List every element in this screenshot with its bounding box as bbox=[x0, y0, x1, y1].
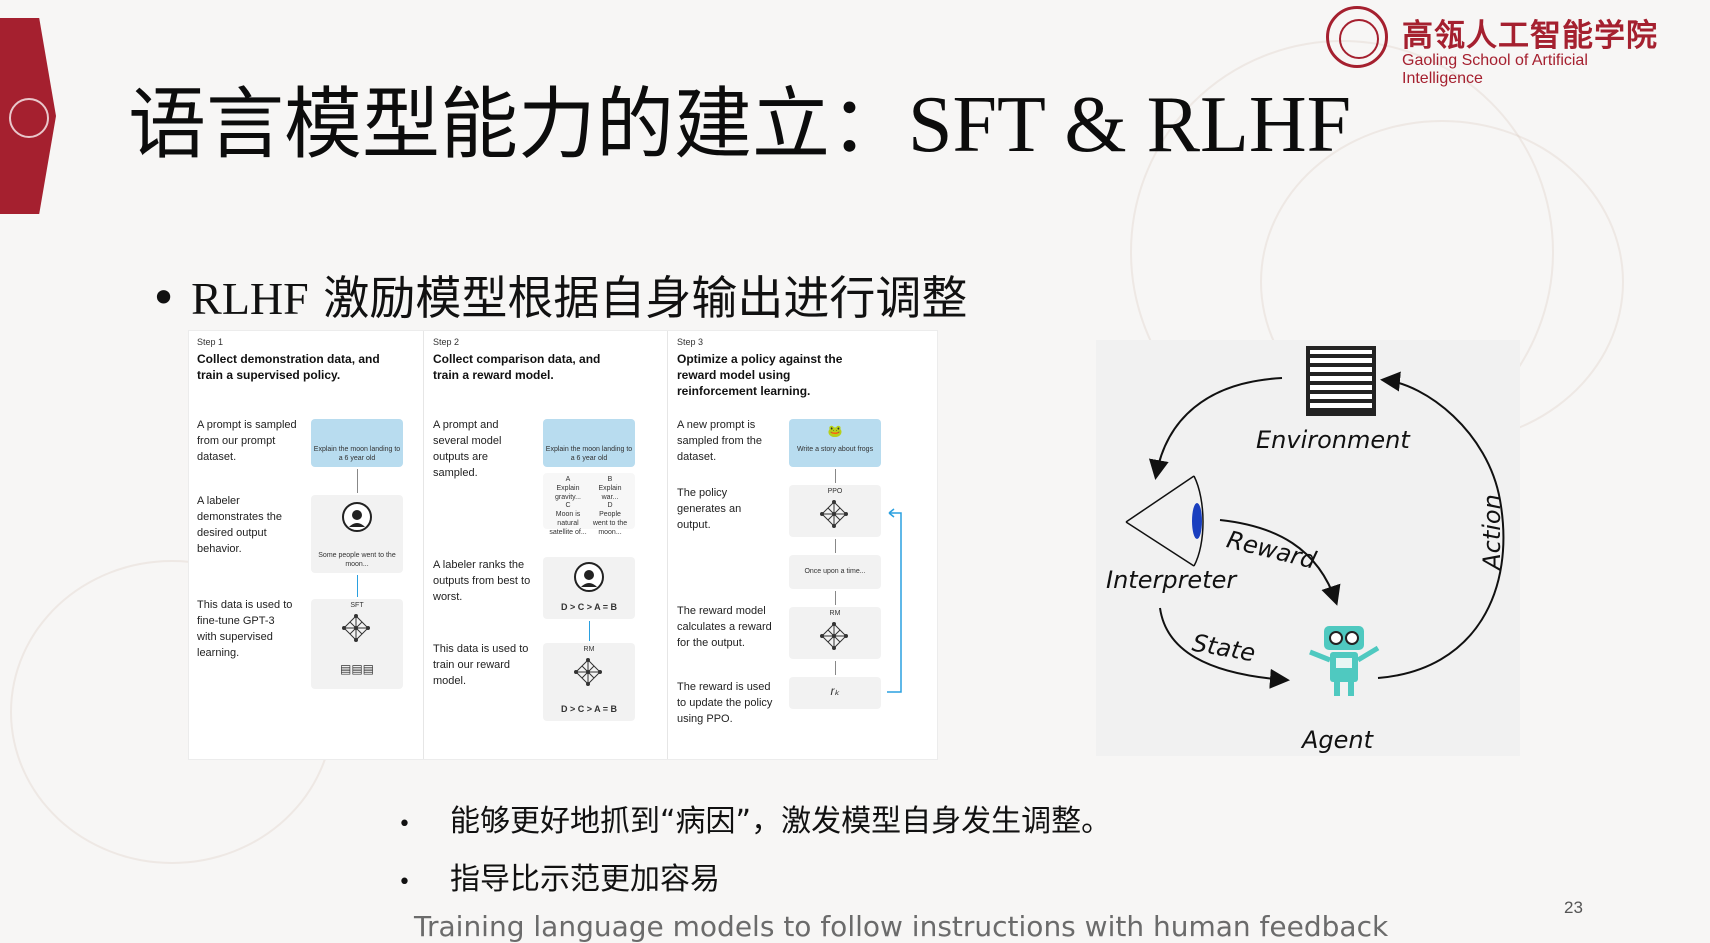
output-item: D People went to the moon... bbox=[592, 502, 628, 536]
step1-column: Step 1 Collect demonstration data, and t… bbox=[189, 331, 423, 759]
flow-arrow bbox=[835, 469, 836, 483]
title-chinese: 语言模型能力的建立： bbox=[128, 80, 909, 170]
bullet-dot: • bbox=[398, 812, 411, 837]
rm-label: RM bbox=[583, 646, 595, 653]
step2-rm-box: RM D > C > A = B bbox=[543, 643, 635, 721]
university-seal-icon bbox=[1326, 6, 1388, 68]
interpreter-label: Interpreter bbox=[1106, 566, 1237, 594]
maze-icon bbox=[1306, 346, 1376, 416]
rlhf-steps-figure: Step 1 Collect demonstration data, and t… bbox=[188, 330, 938, 760]
step2-outputs-box: A Explain gravity... B Explain war... C Moo… bbox=[543, 473, 635, 536]
flow-arrow bbox=[835, 661, 836, 675]
rm-label: RM bbox=[829, 610, 841, 617]
flow-arrow bbox=[357, 469, 358, 493]
neural-network-icon bbox=[574, 658, 602, 686]
bullet-dot: • bbox=[150, 271, 178, 325]
step1-demo-box: Some people went to the moon... bbox=[311, 495, 403, 573]
output-item: B Explain war... bbox=[598, 476, 622, 501]
flow-arrow bbox=[357, 575, 358, 597]
step2-prompt-box: Explain the moon landing to a 6 year old bbox=[543, 419, 635, 467]
step3-desc-generate: The policy generates an output. bbox=[677, 487, 742, 531]
figure-caption: Training language models to follow instr… bbox=[414, 910, 1389, 943]
step3-ppo-box: PPO bbox=[789, 485, 881, 537]
neural-network-icon bbox=[820, 500, 848, 528]
page-number: 23 bbox=[1564, 898, 1583, 917]
sub-bullet-1-text: 能够更好地抓到“病因”，激发模型自身发生调整。 bbox=[450, 804, 1112, 839]
slide-title: 语言模型能力的建立：SFT & RLHF bbox=[128, 62, 1351, 174]
step3-heading: Optimize a policy against the reward mod… bbox=[677, 352, 843, 398]
bullet-latin: RLHF bbox=[191, 273, 309, 324]
step1-prompt-text: Explain the moon landing to a 6 year old bbox=[313, 446, 401, 462]
agent-label: Agent bbox=[1302, 726, 1374, 754]
school-logo: 高瓴人工智能学院 Gaoling School of Artificial In… bbox=[1326, 6, 1666, 87]
step2-heading: Collect comparison data, and train a rew… bbox=[433, 352, 601, 382]
neural-network-icon bbox=[342, 614, 370, 642]
bullet-chinese: 激励模型根据自身输出进行调整 bbox=[308, 271, 968, 325]
step3-column: Step 3 Optimize a policy against the rew… bbox=[667, 331, 937, 759]
flow-arrow bbox=[835, 539, 836, 553]
ranking-text: D > C > A = B bbox=[560, 602, 618, 612]
action-label: Action bbox=[1477, 494, 1506, 570]
university-seal-icon bbox=[9, 98, 49, 138]
labeler-person-icon bbox=[574, 562, 604, 592]
logo-english-name: Gaoling School of Artificial Intelligenc… bbox=[1402, 52, 1588, 87]
step3-rm-box: RM bbox=[789, 607, 881, 659]
step2-column: Step 2 Collect comparison data, and trai… bbox=[423, 331, 667, 759]
flow-arrow bbox=[835, 591, 836, 605]
step2-desc-sampled: A prompt and several model outputs are s… bbox=[433, 419, 502, 479]
step1-sft-box: SFT ▤▤▤ bbox=[311, 599, 403, 689]
step2-ranking-box: D > C > A = B bbox=[543, 557, 635, 619]
step3-desc-update: The reward is used to update the policy … bbox=[677, 681, 773, 725]
ppo-label: PPO bbox=[827, 488, 843, 495]
labeler-person-icon bbox=[342, 502, 372, 532]
main-bullet: • RLHF 激励模型根据自身输出进行调整 bbox=[150, 262, 967, 328]
rl-loop-diagram: Environment Interpreter Reward State Act… bbox=[1096, 340, 1520, 756]
step1-demo-text: Some people went to the moon... bbox=[318, 552, 396, 568]
step1-desc-finetune: This data is used to fine-tune GPT-3 wit… bbox=[197, 599, 293, 659]
step2-prompt-text: Explain the moon landing to a 6 year old bbox=[545, 446, 633, 462]
step1-label: Step 1 bbox=[197, 337, 224, 347]
sub-bullet-1: • 能够更好地抓到“病因”，激发模型自身发生调整。 bbox=[398, 796, 1111, 840]
step2-desc-ranks: A labeler ranks the outputs from best to… bbox=[433, 559, 531, 603]
step3-output-box: Once upon a time... bbox=[789, 555, 881, 589]
step1-heading: Collect demonstration data, and train a … bbox=[197, 352, 380, 382]
step1-prompt-box: Explain the moon landing to a 6 year old bbox=[311, 419, 403, 467]
robot-agent-icon bbox=[1309, 626, 1380, 696]
step3-desc-reward: The reward model calculates a reward for… bbox=[677, 605, 772, 649]
logo-chinese-name: 高瓴人工智能学院 bbox=[1402, 18, 1658, 54]
sub-bullet-2-text: 指导比示范更加容易 bbox=[450, 862, 720, 897]
step3-prompt-box: 🐸 Write a story about frogs bbox=[789, 419, 881, 467]
step3-prompt-text: Write a story about frogs bbox=[796, 446, 874, 453]
step2-desc-train: This data is used to train our reward mo… bbox=[433, 643, 529, 687]
step3-desc-prompt: A new prompt is sampled from the dataset… bbox=[677, 419, 762, 463]
step1-desc-prompt: A prompt is sampled from our prompt data… bbox=[197, 419, 297, 463]
output-item: A Explain gravity... bbox=[555, 476, 581, 501]
environment-label: Environment bbox=[1256, 426, 1410, 454]
neural-network-icon bbox=[820, 622, 848, 650]
step3-output-text: Once upon a time... bbox=[804, 568, 866, 575]
bullet-dot: • bbox=[398, 870, 411, 895]
output-item: C Moon is natural satellite of... bbox=[549, 502, 587, 536]
title-latin: SFT & RLHF bbox=[908, 81, 1352, 169]
sub-bullet-2: • 指导比示范更加容易 bbox=[398, 854, 720, 898]
university-side-tab bbox=[0, 18, 56, 214]
flow-arrow bbox=[589, 621, 590, 641]
step1-desc-demo: A labeler demonstrates the desired outpu… bbox=[197, 495, 282, 555]
step2-label: Step 2 bbox=[433, 337, 460, 347]
step3-reward-box: rₖ bbox=[789, 677, 881, 709]
reward-symbol: rₖ bbox=[830, 684, 840, 698]
update-loop-arrow bbox=[887, 508, 902, 693]
ranking-text: D > C > A = B bbox=[560, 704, 618, 714]
step3-label: Step 3 bbox=[677, 337, 704, 347]
frog-icon: 🐸 bbox=[827, 424, 843, 438]
documents-icon: ▤▤▤ bbox=[339, 662, 374, 676]
sft-label: SFT bbox=[350, 602, 364, 609]
